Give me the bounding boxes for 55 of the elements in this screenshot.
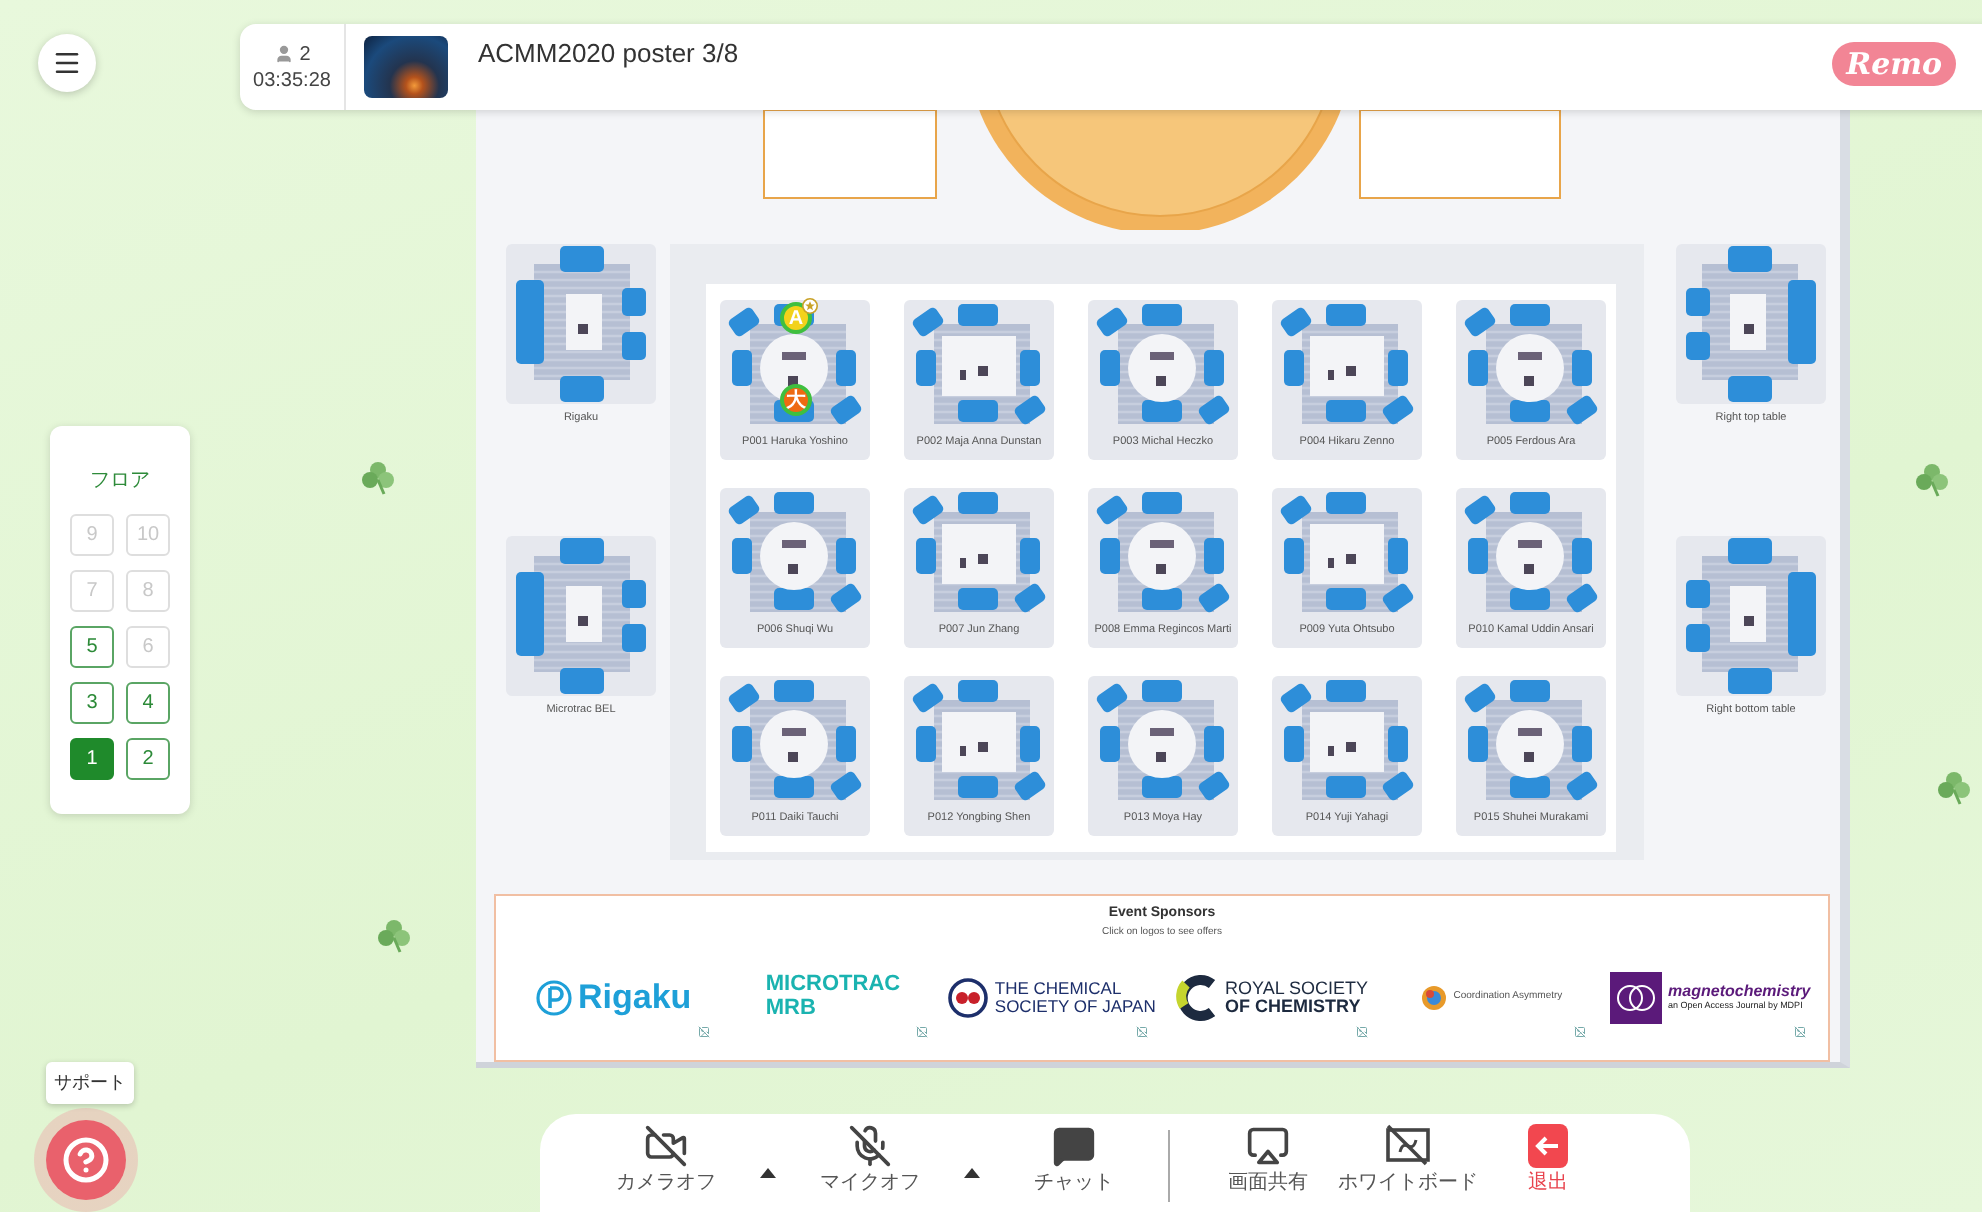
question-mark-icon — [62, 1136, 110, 1184]
exit-icon — [1528, 1124, 1568, 1168]
logo-mark-icon — [1610, 972, 1663, 1024]
logo-mark-icon — [1419, 984, 1448, 1012]
broken-image-icon — [697, 1026, 710, 1038]
clover-icon — [360, 460, 396, 496]
lounge-table[interactable] — [506, 244, 656, 404]
brand-logo: Remo — [1832, 41, 1956, 85]
support-tooltip: サポート — [46, 1062, 134, 1104]
session-timer: 03:35:28 — [253, 69, 331, 91]
caret-icon[interactable] — [760, 1168, 776, 1178]
floor-button[interactable]: 4 — [126, 682, 170, 724]
clover-icon — [1936, 770, 1972, 806]
lounge-table[interactable] — [1676, 536, 1826, 696]
logo-mark-icon — [535, 980, 572, 1016]
clover-icon — [1914, 462, 1950, 498]
event-title: ACMM2020 poster 3/8 — [478, 38, 739, 68]
toolbar-button[interactable]: 画面共有 — [1198, 1124, 1338, 1196]
person-icon — [273, 44, 294, 64]
toolbar-button[interactable]: カメラオフ — [596, 1124, 736, 1196]
broken-image-icon — [1574, 1026, 1587, 1038]
clover-icon — [376, 918, 412, 954]
sponsor-logo-text[interactable]: ROYAL SOCIETY — [1225, 979, 1369, 998]
camera-off-icon — [644, 1124, 688, 1168]
floor-button[interactable]: 2 — [126, 738, 170, 780]
mic-off-icon — [848, 1124, 892, 1168]
screen-share-icon — [1246, 1124, 1290, 1168]
floor-button[interactable]: 5 — [70, 626, 114, 668]
broken-image-icon — [1136, 1026, 1149, 1038]
whiteboard-off-icon — [1384, 1124, 1432, 1168]
floor-title: フロア — [90, 468, 150, 494]
broken-image-icon — [1794, 1026, 1807, 1038]
toolbar-button[interactable]: マイクオフ — [800, 1124, 940, 1196]
toolbar-button[interactable]: ホワイトボード — [1338, 1124, 1478, 1196]
sponsor-logo-text[interactable]: magnetochemistry — [1668, 984, 1811, 1002]
sponsor-logo-text[interactable]: THE CHEMICAL — [994, 980, 1156, 998]
help-button[interactable] — [46, 1120, 126, 1200]
lounge-table[interactable] — [1676, 244, 1826, 404]
participant-count: 2 — [299, 43, 311, 65]
toolbar-button[interactable]: チャット — [1004, 1124, 1144, 1196]
menu-icon — [52, 48, 82, 78]
chat-icon — [1052, 1124, 1096, 1168]
logo-mark-icon — [1175, 974, 1220, 1022]
broken-image-icon — [916, 1026, 929, 1038]
logo-mark-icon — [948, 978, 989, 1018]
menu-button[interactable] — [38, 34, 96, 92]
lounge-table[interactable] — [506, 536, 656, 696]
broken-image-icon — [1355, 1026, 1368, 1038]
floor-button[interactable]: 1 — [70, 738, 114, 780]
photo-placeholder — [364, 36, 448, 98]
caret-icon[interactable] — [964, 1168, 980, 1178]
sponsor-logo-text[interactable]: OF CHEMISTRY — [1225, 998, 1369, 1017]
sponsor-logo-text[interactable]: SOCIETY OF JAPAN — [994, 998, 1156, 1016]
floor-button[interactable]: 3 — [70, 682, 114, 724]
toolbar-button[interactable]: 退出 — [1478, 1124, 1618, 1196]
